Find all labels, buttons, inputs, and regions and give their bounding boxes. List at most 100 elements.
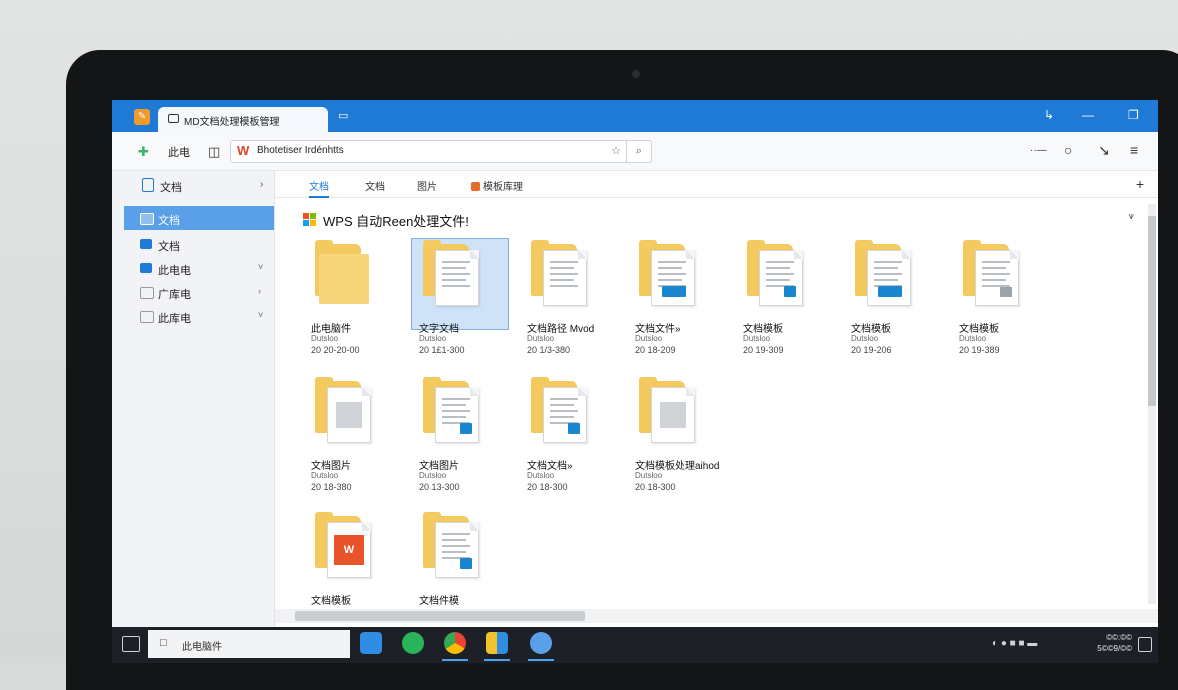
document-icon: W [327,522,371,578]
gray-badge-icon [1000,287,1012,297]
folder-icon [140,263,152,273]
text-line [442,279,466,281]
file-subtitle: Dutsloo [851,334,879,343]
file-date: 20 13-300 [419,482,460,492]
pen-icon[interactable]: ↘ [1098,142,1110,159]
folder-icon [140,239,152,249]
windows-logo-icon [303,213,317,227]
new-tab-icon[interactable]: ▭ [338,110,352,122]
text-line [442,273,470,275]
filter-icon[interactable]: ⩛ [1128,211,1134,222]
page-fold [686,387,695,396]
sidebar-item-docs-active[interactable]: 文档 [124,206,274,230]
page-fold [470,250,479,259]
start-button[interactable] [122,636,140,652]
nav-label[interactable]: 此电 [168,144,190,160]
system-tray-icons[interactable]: ◐ ● ■ ■ ▬ [992,638,1037,649]
text-line [550,267,574,269]
explorer-app-icon[interactable] [486,632,508,654]
file-item[interactable]: 文字文档 Dutsloo 20 1£1-300 [411,238,509,364]
file-item[interactable]: 文档图片 Dutsloo 20 18-380 [303,375,401,501]
circle-icon[interactable]: ○ [1064,142,1072,158]
bookmark-icon[interactable]: ☆ [611,144,621,157]
text-line [982,279,1006,281]
file-date: 20 18-300 [527,482,568,492]
app-nav-icon[interactable]: ✚ [138,144,149,160]
edge-app-icon[interactable] [530,632,552,654]
tab-docs-2[interactable]: 文档 [365,178,385,193]
sidebar-item-docs[interactable]: 文档 [124,232,274,256]
url-field[interactable]: W Bhotetiser Irdénhtts ☆ ⌕ [230,140,652,163]
add-button[interactable]: + [1136,176,1144,192]
file-subtitle: Dutsloo [635,334,663,343]
vertical-scrollbar[interactable] [1148,204,1156,604]
file-item[interactable]: 文档文件» Dutsloo 20 18-209 [627,238,725,364]
settings-icon[interactable]: ↳ [1044,108,1054,122]
file-date: 20 1£1-300 [419,345,465,355]
file-item[interactable]: 文档模板 Dutsloo 20 19-206 [843,238,941,364]
document-icon [543,250,587,306]
menu-icon[interactable]: ≡ [1130,142,1138,158]
tab-templates[interactable]: 模板库理 [471,178,523,193]
notification-icon[interactable] [1138,637,1152,652]
chat-app-icon[interactable] [402,632,424,654]
restore-button[interactable]: ❐ [1128,108,1139,122]
search-icon[interactable]: ⌕ [626,141,651,162]
sidebar-item-this-pc[interactable]: 此电电 ˅ [124,256,274,280]
browser-tab[interactable]: MD文档处理模板管理 [158,107,328,132]
text-line [766,273,794,275]
text-line [658,267,682,269]
taskbar-search[interactable]: □ 此电脑件 [148,630,350,658]
file-item[interactable]: 文档模板 Dutsloo 20 19-389 [951,238,1049,364]
file-item[interactable]: W 文档模板 [303,510,401,636]
blue-badge-icon [568,423,580,434]
clock-date: 5©©9/©© [1097,644,1132,653]
chevron-down-icon[interactable]: ˅ [258,262,263,272]
file-item[interactable]: 此电脑件 Dutsloo 20 20-20-00 [303,238,401,364]
clock-time: ©©:©© [1106,633,1132,642]
file-subtitle: Dutsloo [311,334,339,343]
text-line [550,261,578,263]
file-name: 文档图片 [419,461,459,472]
text-line [442,261,470,263]
document-icon [435,250,479,306]
tab-docs[interactable]: 文档 [309,178,329,198]
chevron-down-icon[interactable]: ˅ [258,310,263,320]
url-text: Bhotetiser Irdénhtts [257,145,344,156]
more-icon[interactable]: ··— [1030,145,1047,156]
browser-app-icon[interactable] [444,632,466,654]
blue-badge-icon [784,286,796,297]
document-icon [327,387,371,443]
minimize-button[interactable]: — [1082,108,1094,122]
page-title: WPS 自动Reen处理文件! [323,214,469,229]
chevron-right-icon[interactable]: › [260,179,263,190]
text-line [442,267,466,269]
page-fold [362,387,371,396]
file-item[interactable]: 文档模板 Dutsloo 20 19-309 [735,238,833,364]
file-item[interactable]: 文档文档» Dutsloo 20 18-300 [519,375,617,501]
text-line [442,545,470,547]
file-item[interactable]: 文档图片 Dutsloo 20 13-300 [411,375,509,501]
text-line [442,533,470,535]
file-date: 20 18-380 [311,482,352,492]
text-line [766,267,790,269]
sidebar-toggle-icon[interactable]: ◫ [208,144,220,160]
sidebar-item-library[interactable]: 广库电 › [124,280,274,304]
file-item[interactable]: 文档件模 [411,510,509,636]
file-item[interactable]: 文档模板处理aihod Dutsloo 20 18-300 [627,375,725,501]
sidebar-item-this-library[interactable]: 此库电 ˅ [124,304,274,328]
clock[interactable]: ©©:©© 5©©9/©© [1097,632,1132,654]
app-logo-icon[interactable]: ✎ [134,109,150,125]
address-bar: ✚ 此电 ◫ W Bhotetiser Irdénhtts ☆ ⌕ ··— ○ … [112,132,1158,171]
file-name: 文档模板 [851,324,891,335]
tab-images[interactable]: 图片 [417,178,437,193]
chevron-right-icon[interactable]: › [258,286,261,296]
file-item[interactable]: 文档路径 Mvod Dutsloo 20 1/3-380 [519,238,617,364]
sidebar-item-label: 文档 [158,241,180,253]
file-name: 文档模板 [743,324,783,335]
file-name: 文档图片 [311,461,351,472]
file-date: 20 18-300 [635,482,676,492]
store-app-icon[interactable] [360,632,382,654]
scrollbar-thumb[interactable] [1148,216,1156,406]
sidebar-header[interactable]: 文档 [160,179,182,195]
